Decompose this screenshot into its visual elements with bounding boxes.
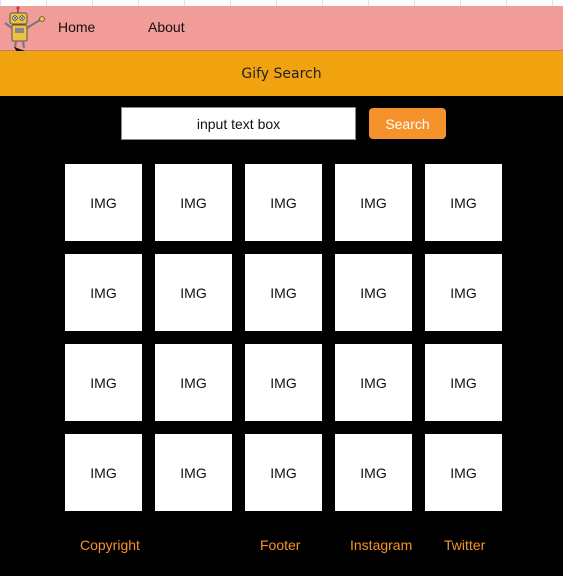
gif-tile[interactable]: IMG (65, 254, 142, 331)
gif-tile[interactable]: IMG (245, 254, 322, 331)
nav-link-about[interactable]: About (148, 19, 185, 35)
search-button[interactable]: Search (369, 108, 446, 139)
gif-tile[interactable]: IMG (245, 164, 322, 241)
page-title-banner: Gify Search (0, 51, 563, 96)
gif-tile[interactable]: IMG (335, 434, 412, 511)
page-title: Gify Search (241, 65, 322, 82)
gif-tile[interactable]: IMG (335, 254, 412, 331)
gif-tile[interactable]: IMG (65, 434, 142, 511)
search-input[interactable] (121, 107, 356, 140)
gif-tile[interactable]: IMG (65, 344, 142, 421)
footer-link-twitter[interactable]: Twitter (444, 537, 485, 553)
gif-tile[interactable]: IMG (335, 164, 412, 241)
gif-tile[interactable]: IMG (245, 434, 322, 511)
footer-link-instagram[interactable]: Instagram (350, 537, 412, 553)
gif-tile[interactable]: IMG (425, 164, 502, 241)
footer-link-copyright[interactable]: Copyright (80, 537, 140, 553)
gif-tile[interactable]: IMG (155, 254, 232, 331)
nav-link-home[interactable]: Home (58, 19, 95, 35)
gif-tile[interactable]: IMG (335, 344, 412, 421)
footer-link-footer[interactable]: Footer (260, 537, 300, 553)
navbar: Home About (0, 6, 563, 56)
gif-results-grid: IMG IMG IMG IMG IMG IMG IMG IMG IMG IMG … (65, 164, 503, 511)
gif-tile[interactable]: IMG (155, 164, 232, 241)
robot-logo-icon[interactable] (2, 6, 48, 56)
gif-tile[interactable]: IMG (425, 344, 502, 421)
gif-tile[interactable]: IMG (65, 164, 142, 241)
gif-tile[interactable]: IMG (155, 434, 232, 511)
gif-tile[interactable]: IMG (155, 344, 232, 421)
gif-tile[interactable]: IMG (425, 254, 502, 331)
gif-tile[interactable]: IMG (425, 434, 502, 511)
gif-tile[interactable]: IMG (245, 344, 322, 421)
